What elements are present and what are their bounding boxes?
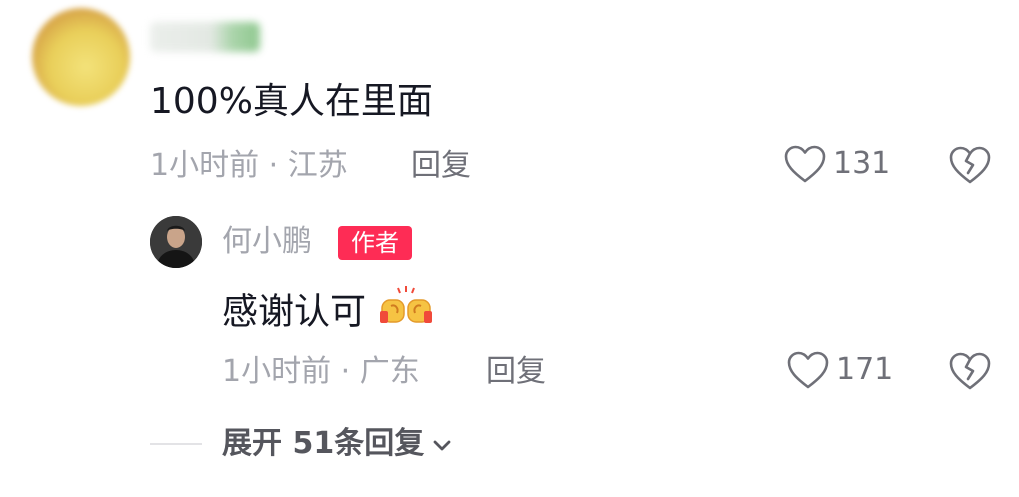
reply-avatar[interactable] — [150, 216, 202, 268]
heart-icon — [786, 350, 830, 390]
reply-time-location: 1小时前 · 广东 — [222, 354, 420, 389]
comment-reply-button[interactable]: 回复 — [411, 146, 471, 186]
chevron-down-icon — [432, 422, 452, 466]
reply-dislike-button[interactable] — [948, 350, 992, 392]
reply-text-content: 感谢认可 — [222, 291, 367, 333]
expand-replies-button[interactable]: 展开 51条回复 — [222, 422, 452, 466]
reply-like-count: 171 — [836, 352, 894, 387]
reply-username[interactable]: 何小鹏 — [222, 222, 312, 262]
reply-like-button[interactable]: 171 — [786, 350, 893, 390]
comment-text: 100%真人在里面 — [150, 81, 433, 122]
comment-time-location: 1小时前 · 江苏 — [150, 148, 348, 183]
expand-divider — [150, 443, 202, 445]
fist-bump-emoji-icon — [379, 284, 433, 343]
reply-reply-button[interactable]: 回复 — [486, 352, 546, 392]
heart-icon — [783, 144, 827, 184]
person-avatar-icon — [150, 216, 202, 268]
broken-heart-icon — [948, 350, 992, 392]
commenter-avatar[interactable] — [32, 8, 130, 106]
broken-heart-icon — [948, 144, 992, 186]
commenter-name-blurred[interactable] — [150, 22, 260, 52]
author-badge: 作者 — [338, 226, 412, 260]
comment-like-count: 131 — [833, 146, 891, 181]
comment-like-button[interactable]: 131 — [783, 144, 890, 184]
expand-replies-label: 展开 51条回复 — [222, 426, 425, 461]
comment-dislike-button[interactable] — [948, 144, 992, 186]
reply-text: 感谢认可 — [222, 284, 433, 343]
